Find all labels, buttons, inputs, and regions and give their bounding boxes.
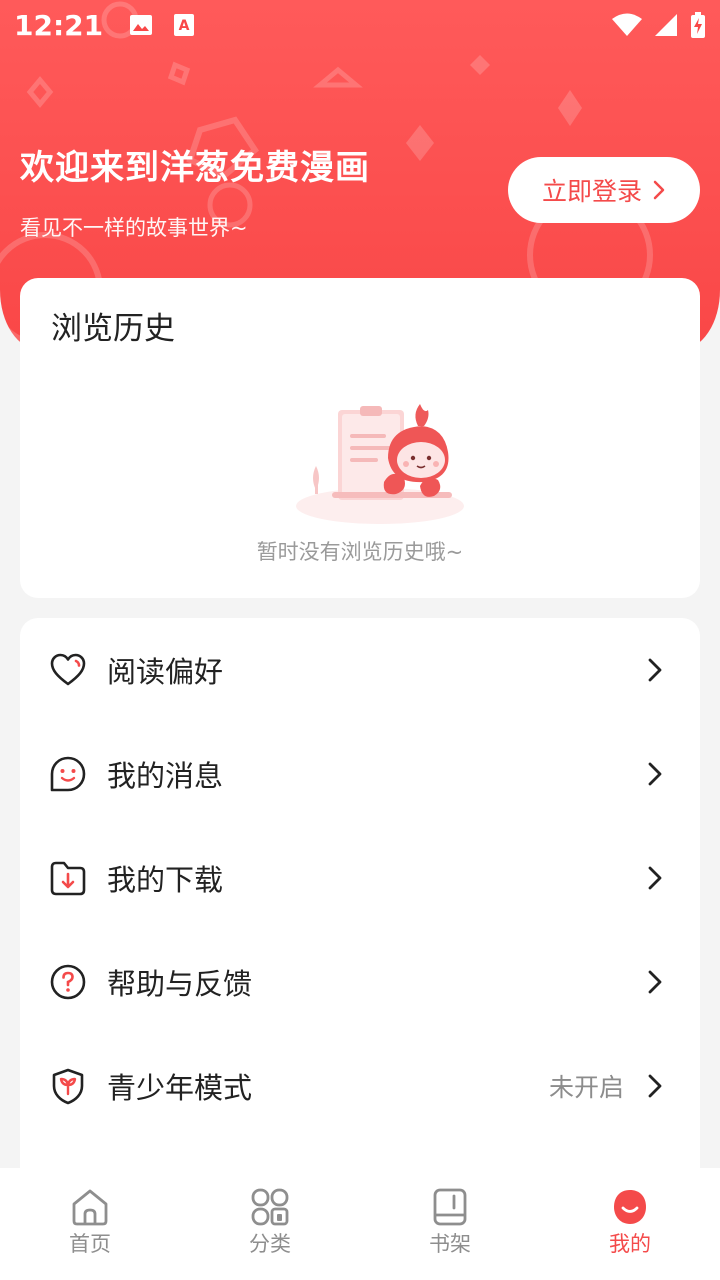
svg-text:A: A — [179, 18, 190, 34]
cellular-icon — [655, 14, 677, 36]
status-icons-right — [612, 12, 706, 38]
tab-home[interactable]: 首页 — [0, 1168, 180, 1280]
chevron-right-icon — [648, 762, 662, 786]
image-icon — [130, 15, 153, 35]
battery-charging-icon — [691, 12, 705, 38]
menu-card: 阅读偏好 我的消息 我的下载 帮助与反馈 青少年模式 未开启 — [20, 618, 700, 1218]
tab-mine[interactable]: 我的 — [540, 1168, 720, 1280]
menu-label: 青少年模式 — [107, 1071, 253, 1105]
chevron-right-icon — [648, 658, 662, 682]
history-card: 浏览历史 暂时没有浏览历史哦~ — [20, 278, 700, 598]
wifi-icon — [612, 13, 642, 36]
help-circle-icon — [50, 964, 86, 1000]
menu-label: 阅读偏好 — [107, 655, 224, 689]
tab-label: 首页 — [69, 1232, 111, 1256]
chevron-right-icon — [648, 866, 662, 890]
text-a-icon: A — [174, 14, 195, 36]
menu-item-reading-preference[interactable]: 阅读偏好 — [20, 618, 700, 722]
tab-category[interactable]: 分类 — [180, 1168, 360, 1280]
sprout-shield-icon — [52, 1068, 84, 1105]
bookshelf-icon — [433, 1188, 467, 1226]
login-button[interactable]: 立即登录 — [508, 157, 700, 223]
youth-mode-status: 未开启 — [548, 1073, 624, 1102]
chevron-right-icon — [648, 1074, 662, 1098]
tab-label: 分类 — [249, 1232, 291, 1256]
menu-item-youth-mode[interactable]: 青少年模式 未开启 — [20, 1034, 700, 1138]
profile-onion-icon — [614, 1190, 646, 1224]
history-title: 浏览历史 — [51, 311, 175, 347]
status-time: 12:21 — [14, 8, 104, 42]
menu-item-help-feedback[interactable]: 帮助与反馈 — [20, 930, 700, 1034]
tab-label: 书架 — [429, 1232, 471, 1256]
tab-label: 我的 — [609, 1232, 651, 1256]
chevron-right-icon — [648, 970, 662, 994]
menu-item-my-downloads[interactable]: 我的下载 — [20, 826, 700, 930]
heart-icon — [50, 653, 86, 686]
welcome-title: 欢迎来到洋葱免费漫画 — [20, 148, 370, 188]
menu-item-my-messages[interactable]: 我的消息 — [20, 722, 700, 826]
chevron-right-icon — [653, 180, 665, 200]
category-grid-icon — [251, 1188, 289, 1226]
history-empty-text: 暂时没有浏览历史哦~ — [256, 540, 464, 564]
login-button-label: 立即登录 — [541, 177, 642, 206]
menu-label: 我的消息 — [107, 759, 224, 793]
menu-label: 帮助与反馈 — [107, 967, 253, 1001]
download-folder-icon — [50, 861, 86, 896]
empty-onion-illustration — [296, 404, 464, 524]
status-bar: 12:21 A — [0, 0, 720, 50]
tab-bookshelf[interactable]: 书架 — [360, 1168, 540, 1280]
home-icon — [72, 1189, 108, 1226]
bottom-tabbar: 首页 分类 书架 我的 — [0, 1168, 720, 1280]
smile-message-icon — [50, 756, 86, 792]
menu-label: 我的下载 — [107, 863, 224, 897]
status-icons-left: A — [129, 13, 195, 37]
welcome-subtitle: 看见不一样的故事世界~ — [20, 216, 248, 240]
